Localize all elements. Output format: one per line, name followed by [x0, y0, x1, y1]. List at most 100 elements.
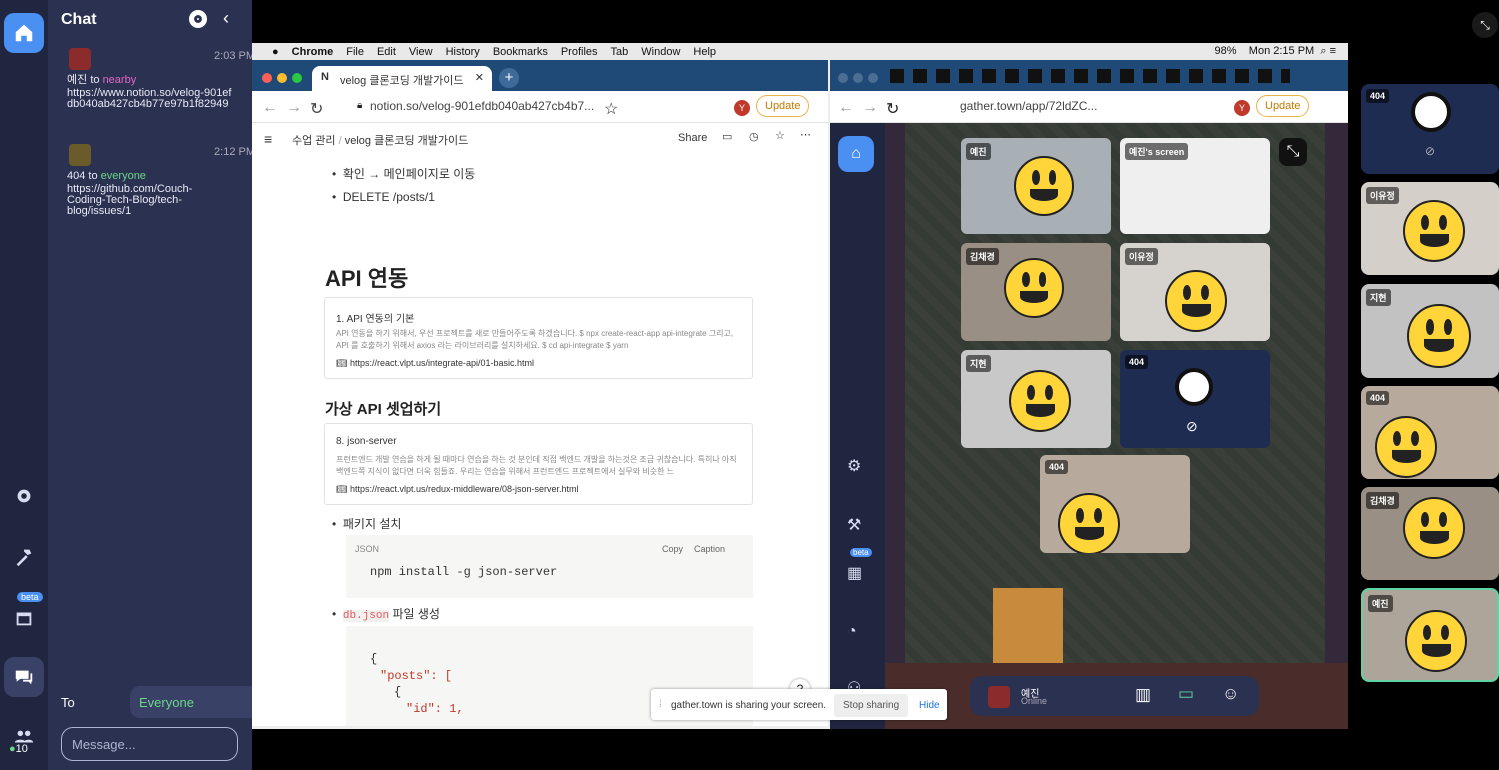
apple-icon[interactable]: ● — [272, 46, 279, 58]
clock-icon[interactable]: ◷ — [749, 130, 759, 143]
home-button[interactable]: ⌂ — [838, 136, 874, 172]
list-icon[interactable]: ≡ — [1330, 45, 1336, 57]
reload-icon[interactable]: ↻ — [310, 99, 323, 119]
hide-button[interactable]: Hide — [919, 700, 940, 711]
search-icon[interactable]: ⌕ — [1320, 45, 1326, 57]
game-map[interactable] — [885, 123, 1348, 729]
tab-bar: Nvelog 클론코딩 개발가이드 ✕ + — [252, 60, 828, 91]
menu-help[interactable]: Help — [693, 46, 716, 58]
emoji-icon[interactable]: ☺ — [1222, 684, 1239, 704]
message-text[interactable]: https://github.com/Couch-Coding-Tech-Blo… — [67, 184, 217, 217]
build-button[interactable] — [4, 537, 44, 577]
video-tile[interactable]: 404 — [1040, 455, 1190, 553]
participant-name: 김채경 — [1366, 492, 1399, 509]
drag-handle[interactable]: ⁞ — [659, 699, 662, 710]
menu-view[interactable]: View — [409, 46, 433, 58]
update-button[interactable]: Update — [756, 95, 810, 117]
profile-avatar[interactable]: Y — [1234, 100, 1250, 116]
menu-bookmarks[interactable]: Bookmarks — [493, 46, 548, 58]
participant-tile[interactable]: 이유정 — [1361, 182, 1499, 275]
participant-name: 404 — [1366, 391, 1390, 405]
back-icon[interactable]: ← — [838, 99, 854, 117]
breadcrumb[interactable]: 수업 관리 / velog 클론코딩 개발가이드 — [292, 132, 468, 148]
hammer-icon[interactable]: ⚒ — [847, 515, 861, 535]
stop-sharing-button[interactable]: Stop sharing — [834, 694, 909, 717]
minimize-dot[interactable] — [853, 73, 863, 83]
url-field[interactable]: gather.town/app/72ldZC... — [960, 99, 1097, 113]
participant-tile[interactable]: 김채경 — [1361, 487, 1499, 580]
video-tile[interactable]: 이유정 — [1120, 243, 1270, 341]
menubar-status: 98% Mon 2:15 PM ⌕ ≡ — [1215, 45, 1336, 58]
comment-icon[interactable]: ▭ — [722, 130, 732, 143]
code-language[interactable]: JSON — [355, 544, 379, 554]
chat-settings-icon[interactable] — [189, 10, 207, 28]
profile-avatar[interactable]: Y — [734, 100, 750, 116]
zoom-dot[interactable] — [868, 73, 878, 83]
update-button[interactable]: Update — [1256, 95, 1310, 117]
menu-window[interactable]: Window — [641, 46, 680, 58]
gear-icon[interactable]: ⚙ — [847, 456, 861, 476]
map-icon[interactable]: ▥ — [1135, 685, 1151, 705]
menu-file[interactable]: File — [346, 46, 364, 58]
participant-tile[interactable]: 지현 — [1361, 284, 1499, 378]
card-description: API 연동을 하기 위해서, 우선 프로젝트를 새로 만들어주도록 하겠습니다… — [336, 329, 734, 350]
bullet-item: • db.json 파일 생성 — [332, 607, 440, 622]
url-field[interactable]: notion.so/velog-901efdb040ab427cb4b7... — [370, 99, 594, 113]
chat-button[interactable] — [4, 657, 44, 697]
video-tile[interactable]: 김채경 — [961, 243, 1111, 341]
menu-edit[interactable]: Edit — [377, 46, 396, 58]
screen-share-tile[interactable]: 예진's screen — [1120, 138, 1270, 234]
chat-panel: Chat ‹ 2:03 PM 예진 to nearby https://www.… — [48, 0, 278, 770]
favorite-icon[interactable]: ☆ — [775, 129, 785, 142]
bookmark-card[interactable]: 1. API 연동의 기본 API 연동을 하기 위해서, 우선 프로젝트를 새… — [324, 297, 753, 379]
collapse-chevron-icon[interactable]: ‹ — [223, 8, 229, 29]
message-input[interactable]: Message... — [61, 727, 238, 761]
participant-tile[interactable]: 404 ⊘ — [1361, 84, 1499, 174]
video-tile[interactable]: 지현 — [961, 350, 1111, 448]
collapse-icon[interactable]: ⤡ — [1279, 138, 1307, 166]
minimize-dot[interactable] — [277, 73, 287, 83]
participant-tile[interactable]: 예진 — [1361, 588, 1499, 682]
zoom-dot[interactable] — [292, 73, 302, 83]
home-button[interactable] — [4, 13, 44, 53]
tab-velog[interactable]: Nvelog 클론코딩 개발가이드 ✕ — [312, 66, 492, 91]
bullet-item: • DELETE /posts/1 — [332, 190, 435, 204]
participant-tile[interactable]: 404 — [1361, 386, 1499, 479]
exit-fullscreen-icon[interactable]: ⤡ — [1472, 12, 1498, 38]
star-icon[interactable]: ☆ — [604, 99, 618, 119]
settings-button[interactable] — [4, 476, 44, 516]
more-icon[interactable]: ⋯ — [800, 128, 811, 141]
calendar-icon[interactable]: ▦ — [847, 563, 862, 583]
menu-tab[interactable]: Tab — [611, 46, 629, 58]
forward-icon[interactable]: → — [862, 99, 878, 117]
message-text[interactable]: https://www.notion.so/velog-901efdb040ab… — [67, 88, 237, 110]
forward-icon[interactable]: → — [286, 99, 302, 117]
copy-button[interactable]: Copy — [662, 544, 683, 554]
close-dot[interactable] — [262, 73, 272, 83]
bookmark-card[interactable]: 8. json-server 프런트엔드 개발 연습을 하게 될 때마다 연습을… — [324, 423, 753, 505]
face-emoji — [1004, 258, 1064, 318]
menu-profiles[interactable]: Profiles — [561, 46, 598, 58]
mac-menubar: ● Chrome File Edit View History Bookmark… — [252, 43, 1348, 60]
screen-share-icon[interactable]: ▭ — [1178, 684, 1194, 704]
book-icon: 📖︎ — [336, 358, 348, 368]
video-tile[interactable]: 404 ⊘ — [1120, 350, 1270, 448]
menu-chrome[interactable]: Chrome — [292, 46, 334, 58]
reload-icon[interactable]: ↻ — [886, 99, 899, 119]
pinned-tabs[interactable] — [890, 69, 1290, 83]
caption-button[interactable]: Caption — [694, 544, 725, 554]
screen-share-notice: ⁞ gather.town is sharing your screen. St… — [651, 689, 947, 720]
card-title: 8. json-server — [336, 436, 397, 447]
share-button[interactable]: Share — [678, 132, 707, 144]
share-notice-text: gather.town is sharing your screen. — [671, 700, 827, 711]
menu-history[interactable]: History — [446, 46, 480, 58]
menu-icon[interactable]: ≡ — [264, 131, 272, 147]
code-block[interactable]: JSON Copy Caption npm install -g json-se… — [346, 535, 753, 598]
chat-bubble-icon[interactable]: ◔ — [847, 623, 857, 641]
back-icon[interactable]: ← — [262, 99, 278, 117]
close-dot[interactable] — [838, 73, 848, 83]
calendar-button[interactable] — [4, 598, 44, 638]
video-tile[interactable]: 예진 — [961, 138, 1111, 234]
close-icon[interactable]: ✕ — [475, 71, 484, 84]
new-tab-button[interactable]: + — [499, 68, 519, 88]
